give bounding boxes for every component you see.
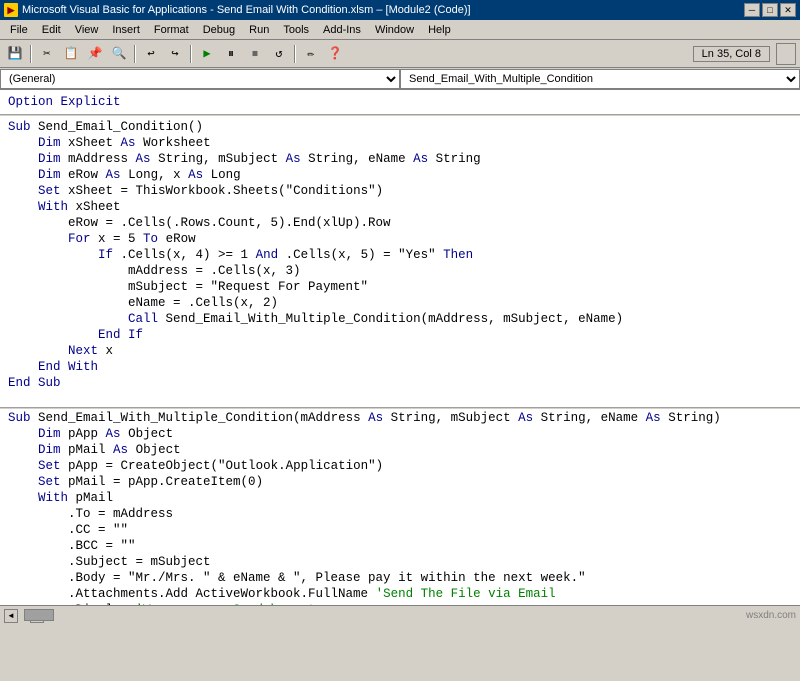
brand-label: wsxdn.com [746,610,796,621]
toolbar-sep-3 [190,45,192,63]
redo-button[interactable]: ↪ [164,43,186,65]
run-button[interactable]: ▶ [196,43,218,65]
undo-button[interactable]: ↩ [140,43,162,65]
menu-insert[interactable]: Insert [106,23,146,37]
code-line-3: Dim mAddress As String, mSubject As Stri… [8,151,792,167]
code-line-16: End With [8,359,792,375]
menu-edit[interactable]: Edit [36,23,67,37]
code-line-8: For x = 5 To eRow [8,231,792,247]
code-line-6: With xSheet [8,199,792,215]
code-line-22: Set pMail = pApp.CreateItem(0) [8,474,792,490]
code-line-13: Call Send_Email_With_Multiple_Condition(… [8,311,792,327]
code-line-14: End If [8,327,792,343]
vba-icon: ▶ [4,3,18,17]
cut-button[interactable]: ✂ [36,43,58,65]
menu-tools[interactable]: Tools [277,23,315,37]
code-line-24: .To = mAddress [8,506,792,522]
cursor-status: Ln 35, Col 8 [693,46,770,62]
code-line-11: mSubject = "Request For Payment" [8,279,792,295]
title-bar-controls: ─ □ ✕ [744,3,796,17]
code-line-18: Sub Send_Email_With_Multiple_Condition(m… [8,410,792,426]
status-bar: ◄ ► wsxdn.com [0,605,800,625]
menu-file[interactable]: File [4,23,34,37]
code-line-2: Dim xSheet As Worksheet [8,135,792,151]
code-line-5: Set xSheet = ThisWorkbook.Sheets("Condit… [8,183,792,199]
dropdown-bar: (General) Send_Email_With_Multiple_Condi… [0,68,800,90]
menu-help[interactable]: Help [422,23,457,37]
general-dropdown[interactable]: (General) [0,69,400,89]
code-line-4: Dim eRow As Long, x As Long [8,167,792,183]
copy-button[interactable]: 📋 [60,43,82,65]
reset-button[interactable]: ↺ [268,43,290,65]
close-button[interactable]: ✕ [780,3,796,17]
code-line-10: mAddress = .Cells(x, 3) [8,263,792,279]
code-line-29: .Attachments.Add ActiveWorkbook.FullName… [8,586,792,602]
code-line-12: eName = .Cells(x, 2) [8,295,792,311]
code-line-21: Set pApp = CreateObject("Outlook.Applica… [8,458,792,474]
toolbar-sep-4 [294,45,296,63]
menu-bar: File Edit View Insert Format Debug Run T… [0,20,800,40]
restore-button[interactable]: □ [762,3,778,17]
scroll-bar-thumb[interactable] [776,43,796,65]
code-line-23: With pMail [8,490,792,506]
design-button[interactable]: ✏ [300,43,322,65]
stop-button[interactable]: ⏹ [244,43,266,65]
toolbar-sep-2 [134,45,136,63]
toolbar: 💾 ✂ 📋 📌 🔍 ↩ ↪ ▶ ⏸ ⏹ ↺ ✏ ❓ Ln 35, Col 8 [0,40,800,68]
code-line-19: Dim pApp As Object [8,426,792,442]
code-line-20: Dim pMail As Object [8,442,792,458]
menu-view[interactable]: View [69,23,105,37]
code-line-15: Next x [8,343,792,359]
procedure-dropdown[interactable]: Send_Email_With_Multiple_Condition [400,69,800,89]
code-line-25: .CC = "" [8,522,792,538]
title-text: Microsoft Visual Basic for Applications … [22,4,471,16]
scroll-left-button[interactable]: ◄ [4,609,18,623]
paste-button[interactable]: 📌 [84,43,106,65]
menu-window[interactable]: Window [369,23,420,37]
toolbar-sep-1 [30,45,32,63]
menu-addins[interactable]: Add-Ins [317,23,367,37]
menu-run[interactable]: Run [243,23,275,37]
code-line-27: .Subject = mSubject [8,554,792,570]
status-nav: ◄ ► [4,609,44,623]
menu-debug[interactable]: Debug [197,23,241,37]
pause-button[interactable]: ⏸ [220,43,242,65]
title-bar-left: ▶ Microsoft Visual Basic for Application… [4,3,471,17]
code-line-9: If .Cells(x, 4) >= 1 And .Cells(x, 5) = … [8,247,792,263]
title-bar: ▶ Microsoft Visual Basic for Application… [0,0,800,20]
help-button[interactable]: ❓ [324,43,346,65]
code-line-28: .Body = "Mr./Mrs. " & eName & ", Please … [8,570,792,586]
code-line-1: Sub Send_Email_Condition() [8,119,792,135]
save-button[interactable]: 💾 [4,43,26,65]
minimize-button[interactable]: ─ [744,3,760,17]
code-line-26: .BCC = "" [8,538,792,554]
code-editor[interactable]: Option Explicit Sub Send_Email_Condition… [0,90,800,605]
code-line-17: End Sub [8,375,792,391]
code-line-7: eRow = .Cells(.Rows.Count, 5).End(xlUp).… [8,215,792,231]
code-body[interactable]: Sub Send_Email_Condition() Dim xSheet As… [0,117,800,605]
find-button[interactable]: 🔍 [108,43,130,65]
scrollbar-thumb[interactable] [24,609,54,621]
code-line-blank [8,391,792,407]
menu-format[interactable]: Format [148,23,195,37]
code-line-30: .Display 'We can use .Send here too [8,602,792,605]
